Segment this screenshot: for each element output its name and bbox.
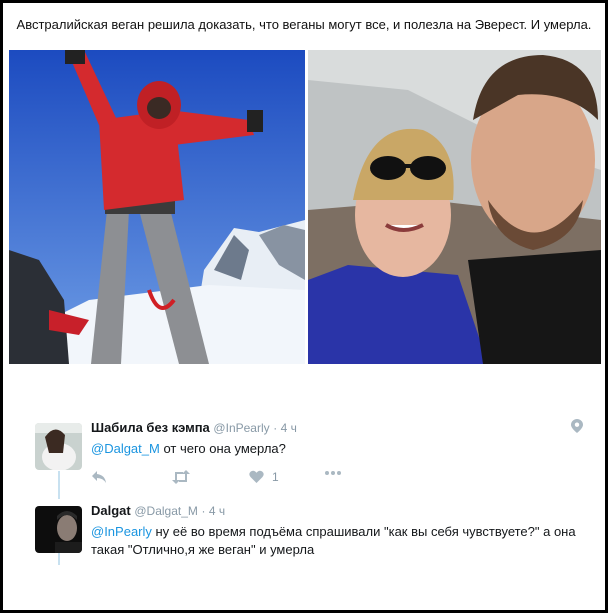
- meme-frame: Австралийская веган решила доказать, что…: [0, 0, 608, 613]
- tweet-author-name[interactable]: Dalgat: [91, 503, 131, 518]
- retweet-icon: [172, 470, 190, 484]
- climber-photo: [9, 50, 305, 364]
- more-icon: [325, 471, 341, 475]
- tweet-mention[interactable]: @InPearly: [91, 524, 152, 539]
- tweet-mention[interactable]: @Dalgat_M: [91, 441, 160, 456]
- tweet-text: @InPearly ну её во время подъёма спрашив…: [91, 523, 591, 559]
- tweet-timestamp[interactable]: · 4 ч: [273, 421, 297, 435]
- like-count: 1: [272, 470, 279, 484]
- tweet-dalgat: Dalgat @Dalgat_M · 4 ч @InPearly ну её в…: [35, 503, 595, 573]
- more-button[interactable]: [324, 470, 342, 476]
- tweet-text: @Dalgat_M от чего она умерла?: [91, 440, 591, 458]
- tweet-actions: 1: [91, 470, 391, 488]
- tweet-author-name[interactable]: Шабила без кэмпа: [91, 420, 210, 435]
- tweet-author-handle[interactable]: @InPearly: [213, 421, 269, 435]
- tweet-author-handle[interactable]: @Dalgat_M: [134, 504, 198, 518]
- tweet-body: ну её во время подъёма спрашивали "как в…: [91, 524, 576, 557]
- avatar-inpearly[interactable]: [35, 423, 82, 470]
- tweet-inpearly: Шабила без кэмпа @InPearly · 4 ч @Dalgat…: [35, 420, 595, 500]
- avatar-dalgat[interactable]: [35, 506, 82, 553]
- tweet-timestamp[interactable]: · 4 ч: [202, 504, 226, 518]
- heart-icon: [249, 470, 264, 483]
- thread-connector: [58, 471, 60, 499]
- selfie-photo: [308, 50, 601, 364]
- like-button[interactable]: 1: [249, 470, 279, 484]
- retweet-button[interactable]: [171, 470, 191, 484]
- reply-button[interactable]: [91, 470, 107, 484]
- reply-icon: [92, 471, 106, 483]
- meme-caption: Австралийская веган решила доказать, что…: [16, 17, 592, 32]
- tweet-body: от чего она умерла?: [159, 441, 286, 456]
